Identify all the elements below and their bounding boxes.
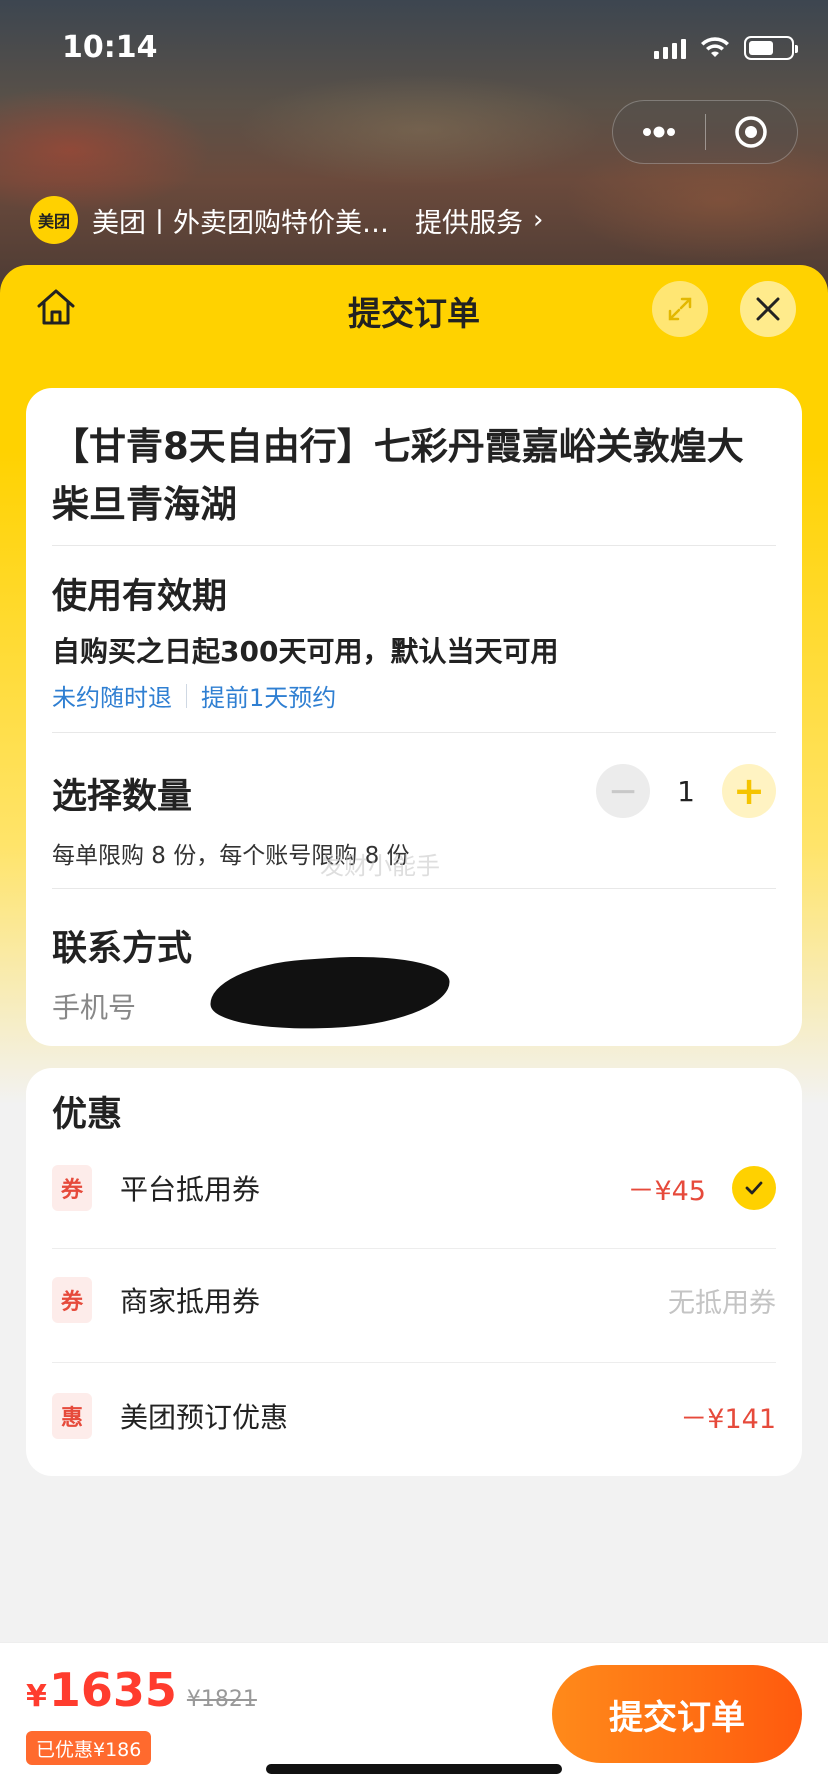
saved-badge: 已优惠¥186	[26, 1731, 152, 1765]
check-icon[interactable]	[732, 1166, 776, 1210]
increase-button[interactable]: +	[722, 764, 776, 818]
close-button[interactable]	[740, 281, 796, 337]
service-name: 美团丨外卖团购特价美…	[92, 207, 389, 239]
divider	[52, 888, 776, 889]
discount-badge: 惠	[52, 1393, 92, 1439]
quantity-heading: 选择数量	[52, 777, 193, 817]
divider	[52, 1248, 776, 1249]
validity-heading: 使用有效期	[52, 577, 228, 617]
coupon-badge: 券	[52, 1277, 92, 1323]
merchant-coupon-row[interactable]: 券 商家抵用券 无抵用券	[52, 1264, 776, 1336]
product-title: 【甘青8天自由行】七彩丹霞嘉峪关敦煌大柴旦青海湖	[52, 425, 744, 526]
signal-icon	[654, 37, 686, 59]
meituan-logo: 美团	[30, 196, 78, 244]
coupon-label: 商家抵用券	[120, 1285, 261, 1318]
quantity-value: 1	[677, 774, 695, 808]
more-dots-icon	[642, 126, 675, 138]
contact-heading: 联系方式	[52, 929, 193, 969]
phone-number-redaction[interactable]	[207, 949, 453, 1037]
coupon-value: －¥45	[627, 1175, 706, 1207]
phone-label: 手机号	[52, 991, 137, 1024]
home-indicator	[266, 1764, 562, 1774]
sheet-header: 提交订单	[0, 265, 828, 355]
checkmark-icon	[745, 1181, 763, 1195]
tag-separator	[186, 683, 187, 708]
expand-button[interactable]	[652, 281, 708, 337]
discount-value: －¥141	[680, 1403, 776, 1435]
more-button[interactable]	[613, 101, 705, 163]
booking-discount-row[interactable]: 惠 美团预订优惠 －¥141	[52, 1380, 776, 1452]
price-row: ¥ 1635 ¥1821	[26, 1663, 257, 1717]
status-time: 10:14	[62, 30, 158, 65]
coupon-value: 无抵用券	[668, 1287, 776, 1319]
coupon-label: 平台抵用券	[120, 1173, 261, 1206]
status-icons	[654, 36, 798, 60]
quantity-stepper: − 1 +	[596, 764, 776, 818]
status-bar: 10:14	[0, 0, 828, 100]
total-price: 1635	[48, 1663, 177, 1717]
close-icon	[756, 297, 780, 321]
validity-tags: 未约随时退 提前1天预约	[52, 678, 336, 713]
wifi-icon	[701, 37, 729, 57]
booking-tag: 提前1天预约	[201, 684, 337, 712]
chevron-right-icon: ›	[533, 205, 544, 235]
expand-icon	[668, 297, 692, 321]
battery-icon	[744, 36, 798, 60]
target-circle-icon	[735, 116, 767, 148]
discount-card: 优惠 券 平台抵用券 －¥45 券 商家抵用券 无抵用券 惠 美团预订优惠 －¥…	[26, 1068, 802, 1476]
exit-miniprogram-button[interactable]	[706, 101, 798, 163]
divider	[52, 545, 776, 546]
order-details-card: 【甘青8天自由行】七彩丹霞嘉峪关敦煌大柴旦青海湖 使用有效期 自购买之日起300…	[26, 388, 802, 1046]
decrease-button[interactable]: −	[596, 764, 650, 818]
page: 10:14 美团 美团丨外卖团购特价美… 提供服务 › 提交订单 【甘青8天自由…	[0, 0, 828, 1792]
validity-text: 自购买之日起300天可用，默认当天可用	[52, 635, 559, 668]
discount-label: 美团预订优惠	[120, 1401, 289, 1434]
submit-order-button[interactable]: 提交订单	[552, 1665, 802, 1763]
platform-coupon-row[interactable]: 券 平台抵用券 －¥45	[52, 1152, 776, 1224]
coupon-badge: 券	[52, 1165, 92, 1211]
divider	[52, 732, 776, 733]
discount-heading: 优惠	[52, 1095, 123, 1135]
price-currency: ¥	[26, 1679, 47, 1714]
original-price: ¥1821	[186, 1687, 257, 1712]
service-provide-label: 提供服务	[415, 207, 523, 239]
watermark: 发财小能手	[320, 852, 440, 880]
miniprogram-capsule	[612, 100, 798, 164]
refund-tag: 未约随时退	[52, 684, 172, 712]
divider	[52, 1362, 776, 1363]
service-provider-bar[interactable]: 美团 美团丨外卖团购特价美… 提供服务 ›	[30, 196, 543, 244]
